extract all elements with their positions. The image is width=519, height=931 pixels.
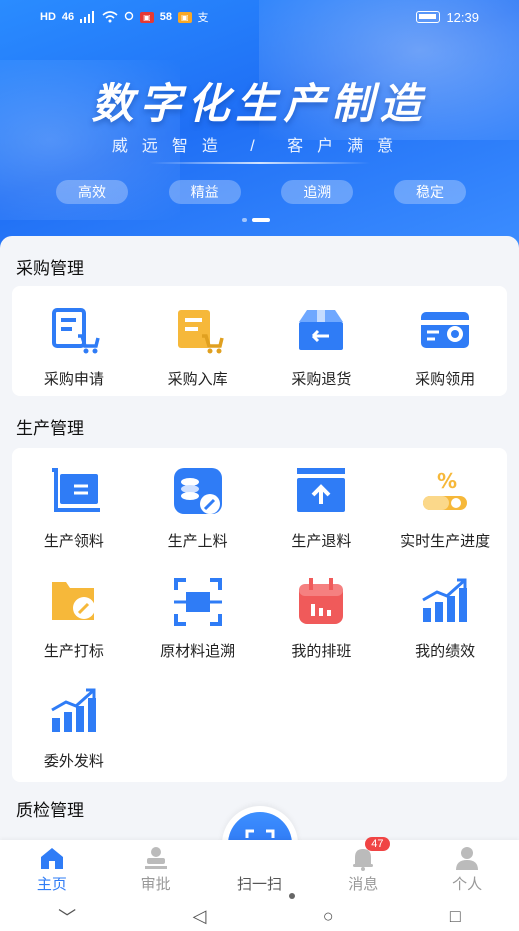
nav-label: 主页	[36, 876, 67, 893]
banner[interactable]: HD 46 ▣ 58 ▣ 支 12:39 数字化生产制造 威远智造 / 客户满意…	[0, 0, 519, 250]
menu-item-label: 我的排班	[291, 643, 352, 660]
scan-indicator-dot	[289, 893, 295, 899]
banner-subtitle: 威远智造 / 客户满意	[111, 138, 408, 155]
menu-item-label: 我的绩效	[415, 643, 476, 660]
menu-item-purchase-return[interactable]: 采购退货	[260, 286, 384, 396]
menu-item-label: 委外发料	[43, 753, 104, 770]
menu-item-label: 采购领用	[415, 371, 476, 388]
menu-item-label: 原材料追溯	[160, 643, 236, 660]
banner-tag: 追溯	[281, 180, 354, 204]
production-label-icon	[51, 582, 95, 620]
menu-item-label: 实时生产进度	[400, 533, 491, 550]
hd-indicator: HD	[40, 11, 56, 23]
menu-item-label: 生产上料	[167, 533, 228, 550]
nav-label: 消息	[348, 876, 379, 893]
battery-icon	[416, 11, 441, 23]
home-icon	[40, 848, 63, 869]
signal-icon	[80, 11, 95, 23]
banner-tag: 精益	[168, 180, 241, 204]
menu-item-label: 采购申请	[43, 371, 104, 388]
status-time: 12:39	[446, 9, 479, 25]
menu-item-production-progress[interactable]: % 实时生产进度	[383, 448, 507, 558]
app-notification-icon: ▣	[177, 11, 192, 23]
banner-tag: 高效	[56, 180, 128, 204]
production-card: 生产领料 生产上料 生产退料 % 实时生产进度 生产打标 原材料追溯 我的排班 …	[12, 448, 507, 782]
menu-item-outsource-issue[interactable]: 委外发料	[12, 668, 136, 778]
purchase-inbound-icon	[177, 310, 224, 354]
menu-item-purchase-use[interactable]: 采购领用	[383, 286, 507, 396]
menu-item-label: 采购入库	[167, 371, 228, 388]
menu-item-label: 生产退料	[291, 533, 352, 550]
section-title-quality: 质检管理	[16, 801, 84, 820]
carousel-indicator[interactable]	[242, 218, 270, 222]
home-circle-icon[interactable]: ○	[323, 906, 334, 927]
back-icon[interactable]: ◁	[193, 906, 207, 927]
banner-title: 数字化生产制造	[91, 80, 428, 127]
message-badge: 47	[365, 837, 390, 851]
main-content: 采购管理 采购申请 采购入库 采购退货 采购领用 生产管理 生产领料 生产上料 …	[0, 236, 519, 836]
menu-item-material-trace[interactable]: 原材料追溯	[136, 558, 260, 668]
menu-item-label: 生产领料	[43, 533, 104, 550]
chevron-down-icon[interactable]: ﹀	[58, 904, 76, 930]
nav-label: 扫一扫	[236, 876, 282, 893]
menu-item-label: 生产打标	[43, 643, 104, 660]
my-schedule-icon	[299, 578, 344, 624]
menu-item-purchase-request[interactable]: 采购申请	[12, 286, 136, 396]
alipay-icon: 支	[197, 12, 209, 24]
app-count: 58	[159, 11, 172, 23]
nav-approval[interactable]: 审批	[116, 845, 196, 894]
outsource-issue-icon	[51, 688, 96, 732]
menu-item-production-pick[interactable]: 生产领料	[12, 448, 136, 558]
purchase-use-icon	[421, 312, 470, 348]
nav-label: 审批	[140, 876, 171, 893]
my-performance-icon	[422, 578, 468, 622]
recent-apps-icon[interactable]: □	[450, 906, 461, 927]
production-pick-icon	[51, 468, 100, 512]
production-progress-icon: %	[423, 469, 468, 510]
nav-profile[interactable]: 个人	[427, 845, 507, 894]
material-trace-icon	[173, 578, 222, 626]
banner-tags: 高效 精益 追溯 稳定	[56, 180, 466, 204]
nav-label: 个人	[452, 876, 483, 893]
nav-home[interactable]: 主页	[12, 845, 92, 894]
purchase-card: 采购申请 采购入库 采购退货 采购领用	[12, 286, 507, 396]
location-icon	[124, 11, 134, 21]
banner-tag: 稳定	[393, 180, 466, 204]
section-title-purchase: 采购管理	[16, 259, 84, 278]
section-title-production: 生产管理	[16, 419, 84, 438]
nav-messages[interactable]: 47 消息	[323, 837, 403, 894]
production-return-icon	[297, 468, 346, 512]
bottom-nav: 主页 审批 扫一扫 47 消息 个人	[0, 837, 519, 902]
nav-scan[interactable]: 扫一扫	[219, 873, 299, 894]
purchase-request-icon	[51, 308, 100, 354]
menu-item-production-feed[interactable]: 生产上料	[136, 448, 260, 558]
menu-item-production-return[interactable]: 生产退料	[260, 448, 384, 558]
person-icon	[456, 847, 479, 870]
menu-item-label: 采购退货	[291, 371, 352, 388]
menu-item-production-label[interactable]: 生产打标	[12, 558, 136, 668]
network-indicator: 46	[61, 11, 75, 23]
production-feed-icon	[173, 468, 222, 514]
menu-item-purchase-inbound[interactable]: 采购入库	[136, 286, 260, 396]
app-notification-icon: ▣	[140, 11, 154, 23]
system-nav-bar: ﹀ ◁ ○ □	[0, 902, 519, 931]
purchase-return-icon	[299, 310, 344, 350]
svg-text:%: %	[437, 469, 457, 493]
approval-icon	[144, 847, 167, 869]
wifi-icon	[102, 11, 118, 23]
menu-item-my-schedule[interactable]: 我的排班	[260, 558, 384, 668]
status-bar: HD 46 ▣ 58 ▣ 支 12:39	[0, 0, 519, 34]
menu-item-my-performance[interactable]: 我的绩效	[383, 558, 507, 668]
